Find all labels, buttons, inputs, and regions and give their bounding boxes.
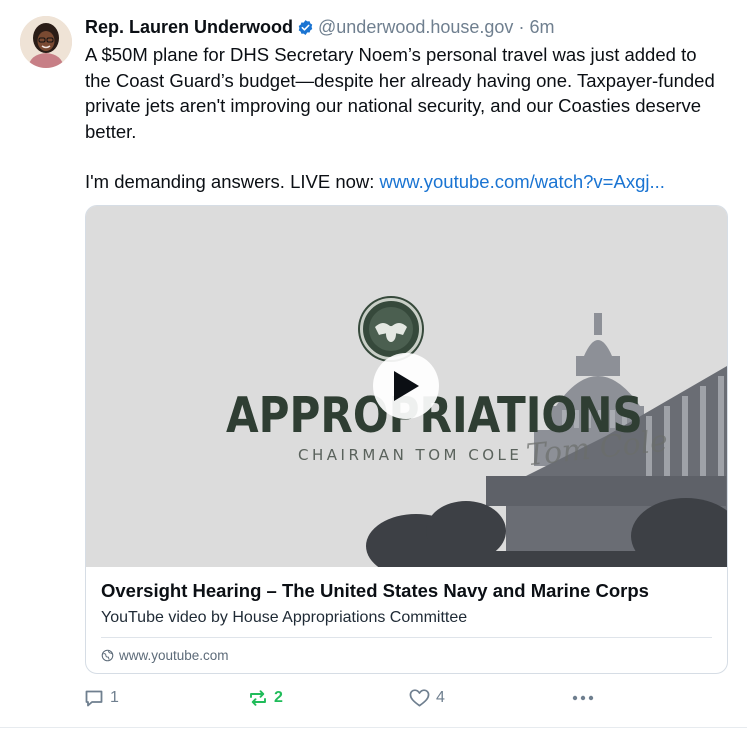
more-options-button[interactable] <box>572 684 594 712</box>
repost-count: 2 <box>274 689 283 706</box>
post: Rep. Lauren Underwood @underwood.house.g… <box>0 0 747 737</box>
post-paragraph-prefix: I'm demanding answers. LIVE now: <box>85 171 380 192</box>
thumbnail-subtitle: CHAIRMAN TOM COLE <box>298 446 523 464</box>
header-separator: · <box>518 16 525 37</box>
verified-badge-icon <box>297 19 314 36</box>
link-card-divider <box>101 637 712 638</box>
reply-icon <box>85 690 103 707</box>
like-icon <box>409 689 430 707</box>
repost-button[interactable]: 2 <box>248 684 283 712</box>
post-timestamp[interactable]: 6m <box>529 17 554 38</box>
avatar[interactable] <box>20 16 72 68</box>
committee-seal <box>360 298 422 360</box>
author-handle[interactable]: @underwood.house.gov <box>318 17 513 38</box>
link-card-title[interactable]: Oversight Hearing – The United States Na… <box>101 580 649 602</box>
link-card[interactable]: APPROPRIATIONS CHAIRMAN TOM COLE Tom Col… <box>85 205 728 674</box>
post-text: A $50M plane for DHS Secretary Noem’s pe… <box>85 42 725 195</box>
repost-icon <box>250 690 266 706</box>
like-button[interactable]: 4 <box>409 684 445 712</box>
avatar-image <box>20 16 72 68</box>
youtube-link[interactable]: www.youtube.com/watch?v=Axgj... <box>380 171 665 192</box>
link-card-domain: www.youtube.com <box>101 646 229 664</box>
video-thumbnail[interactable]: APPROPRIATIONS CHAIRMAN TOM COLE Tom Col… <box>86 206 727 567</box>
post-separator <box>0 727 747 728</box>
post-header: Rep. Lauren Underwood @underwood.house.g… <box>85 14 554 40</box>
play-icon <box>394 371 419 401</box>
more-icon <box>572 695 594 701</box>
globe-icon <box>101 649 114 662</box>
author-name[interactable]: Rep. Lauren Underwood <box>85 17 293 38</box>
post-paragraph: I'm demanding answers. LIVE now: www.you… <box>85 169 725 195</box>
link-card-description: YouTube video by House Appropriations Co… <box>101 609 468 626</box>
like-count: 4 <box>436 689 445 706</box>
link-card-domain-text: www.youtube.com <box>119 647 229 663</box>
play-button[interactable] <box>373 353 439 419</box>
post-actions: 1 2 4 <box>0 684 747 712</box>
reply-count: 1 <box>110 689 119 706</box>
reply-button[interactable]: 1 <box>84 684 119 712</box>
post-paragraph: A $50M plane for DHS Secretary Noem’s pe… <box>85 44 715 142</box>
